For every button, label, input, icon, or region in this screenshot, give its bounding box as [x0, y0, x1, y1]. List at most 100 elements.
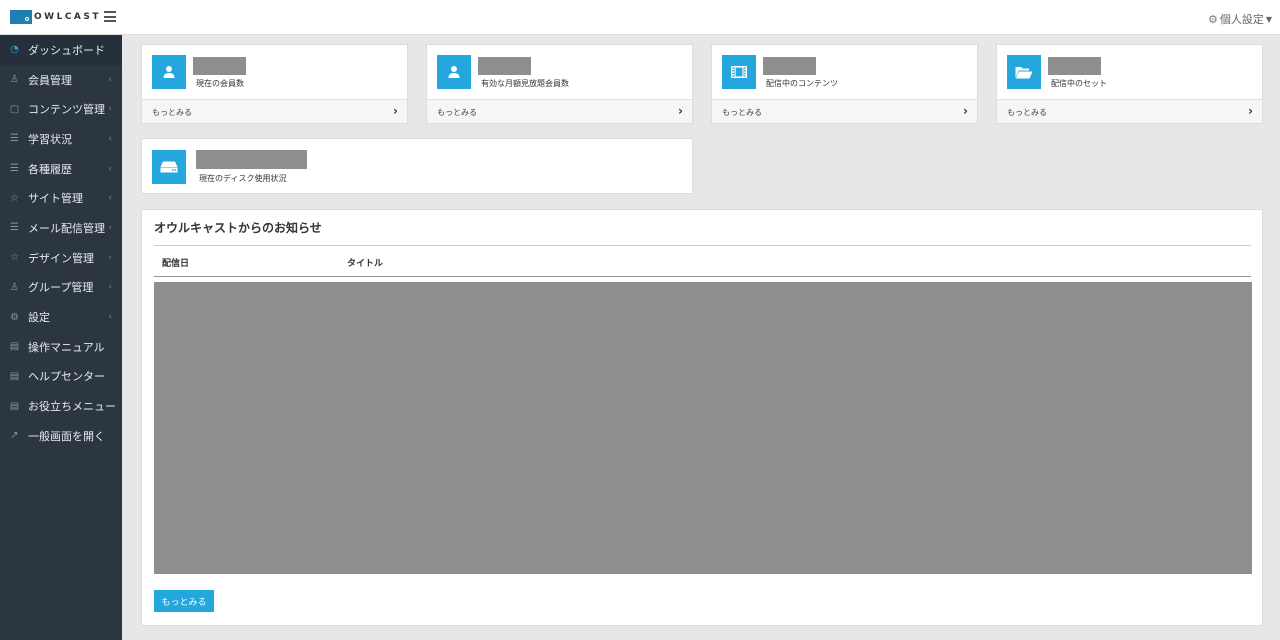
- sidebar-item-useful[interactable]: ▤ お役立ちメニュー: [0, 391, 122, 421]
- news-title: オウルキャストからのお知らせ: [154, 221, 322, 235]
- folder-open-icon: [1007, 55, 1041, 89]
- sidebar-item-label: 操作マニュアル: [28, 340, 105, 354]
- sidebar-item-history[interactable]: ☰ 各種履歴 ‹: [0, 154, 122, 184]
- chevron-left-icon: ‹: [108, 163, 112, 174]
- logo-mark: [10, 10, 32, 24]
- logo-text: OWLCAST: [34, 12, 102, 22]
- redacted-value: [478, 57, 531, 75]
- top-bar: OWLCAST ⚙ 個人設定 ▼: [0, 0, 1280, 35]
- sidebar-item-label: 会員管理: [28, 73, 72, 87]
- stat-label: 現在の会員数: [196, 79, 244, 88]
- news-panel: オウルキャストからのお知らせ 配信日 タイトル もっとみる: [141, 209, 1263, 626]
- user-icon: ♙: [10, 74, 19, 86]
- chevron-left-icon: ‹: [108, 222, 112, 233]
- menu-toggle-icon[interactable]: [104, 11, 116, 22]
- sidebar-item-contents[interactable]: ▢ コンテンツ管理 ‹: [0, 94, 122, 124]
- column-title: タイトル: [347, 259, 384, 269]
- sidebar-item-label: サイト管理: [28, 192, 83, 206]
- sidebar-item-label: ダッシュボード: [28, 43, 105, 57]
- film-icon: [722, 55, 756, 89]
- list-icon: ☰: [10, 163, 19, 175]
- more-link-label: もっとみる: [1007, 108, 1047, 117]
- gear-icon: ⚙: [10, 311, 19, 323]
- user-icon: [152, 55, 186, 89]
- more-link[interactable]: もっとみる ›: [142, 99, 407, 123]
- sidebar-item-help[interactable]: ▤ ヘルプセンター: [0, 362, 122, 392]
- sidebar-item-site[interactable]: ☆ サイト管理 ‹: [0, 183, 122, 213]
- more-link[interactable]: もっとみる ›: [997, 99, 1262, 123]
- sidebar-item-groups[interactable]: ♙ グループ管理 ‹: [0, 273, 122, 303]
- more-link-label: もっとみる: [437, 108, 477, 117]
- chevron-right-icon: ›: [963, 104, 968, 118]
- sidebar-item-label: 一般画面を開く: [28, 429, 105, 443]
- sidebar-item-learning[interactable]: ☰ 学習状況 ‹: [0, 124, 122, 154]
- sidebar-item-members[interactable]: ♙ 会員管理 ‹: [0, 65, 122, 95]
- sidebar: ◔ ダッシュボード ♙ 会員管理 ‹ ▢ コンテンツ管理 ‹ ☰ 学習状況 ‹ …: [0, 35, 122, 640]
- hard-drive-icon: [152, 150, 186, 184]
- list-icon: ☰: [10, 133, 19, 145]
- chevron-right-icon: ›: [1248, 104, 1253, 118]
- stat-card-contents: 配信中のコンテンツ もっとみる ›: [711, 44, 978, 124]
- more-link[interactable]: もっとみる ›: [427, 99, 692, 123]
- sidebar-item-label: お役立ちメニュー: [28, 400, 116, 414]
- redacted-value: [763, 57, 816, 75]
- star-icon: ☆: [10, 192, 19, 204]
- sidebar-item-label: メール配信管理: [28, 221, 105, 235]
- more-link-label: もっとみる: [722, 108, 762, 117]
- sidebar-item-label: ヘルプセンター: [28, 370, 105, 384]
- news-list-redacted: [154, 282, 1252, 574]
- more-link-label: もっとみる: [152, 108, 192, 117]
- book-icon: ▤: [9, 370, 20, 382]
- more-link[interactable]: もっとみる ›: [712, 99, 977, 123]
- personal-settings-label: 個人設定: [1219, 13, 1264, 26]
- book-icon: ▤: [9, 400, 20, 412]
- chevron-left-icon: ‹: [108, 312, 112, 323]
- sidebar-item-label: 設定: [28, 311, 50, 325]
- sidebar-item-label: グループ管理: [28, 281, 94, 295]
- column-date: 配信日: [162, 259, 190, 269]
- book-icon: ▤: [9, 341, 20, 353]
- stat-card-subscribers: 有効な月額見放題会員数 もっとみる ›: [426, 44, 693, 124]
- sidebar-item-dashboard[interactable]: ◔ ダッシュボード: [0, 35, 122, 65]
- sidebar-item-open-public[interactable]: ↗ 一般画面を開く: [0, 421, 122, 451]
- user-icon: ♙: [10, 281, 19, 293]
- redacted-value: [196, 150, 307, 169]
- main-content: 現在の会員数 もっとみる › 有効な月額見放題会員数 もっとみる › 配信中のコ…: [122, 35, 1280, 640]
- sidebar-item-mail[interactable]: ☰ メール配信管理 ‹: [0, 213, 122, 243]
- sidebar-item-label: コンテンツ管理: [28, 103, 105, 117]
- chevron-right-icon: ›: [678, 104, 683, 118]
- chevron-left-icon: ‹: [108, 104, 112, 115]
- stat-label: 有効な月額見放題会員数: [481, 79, 569, 88]
- sidebar-item-settings[interactable]: ⚙ 設定 ‹: [0, 302, 122, 332]
- sidebar-item-manual[interactable]: ▤ 操作マニュアル: [0, 332, 122, 362]
- news-more-button[interactable]: もっとみる: [154, 590, 214, 612]
- chevron-left-icon: ‹: [108, 133, 112, 144]
- chevron-left-icon: ‹: [108, 193, 112, 204]
- sidebar-item-design[interactable]: ☆ デザイン管理 ‹: [0, 243, 122, 273]
- stat-label: 配信中のセット: [1051, 79, 1107, 88]
- personal-settings-menu[interactable]: ⚙ 個人設定 ▼: [1208, 11, 1272, 27]
- caret-down-icon: ▼: [1265, 14, 1272, 24]
- file-icon: ▢: [9, 103, 20, 115]
- news-table-header: 配信日 タイトル: [154, 245, 1251, 277]
- chevron-left-icon: ‹: [108, 282, 112, 293]
- list-icon: ☰: [10, 222, 19, 234]
- chevron-left-icon: ‹: [108, 252, 112, 263]
- stat-label: 配信中のコンテンツ: [766, 79, 838, 88]
- sidebar-item-label: 学習状況: [28, 132, 72, 146]
- stat-card-sets: 配信中のセット もっとみる ›: [996, 44, 1263, 124]
- dashboard-icon: ◔: [10, 44, 19, 56]
- sidebar-item-label: 各種履歴: [28, 162, 72, 176]
- disk-usage-card: 現在のディスク使用状況: [141, 138, 693, 194]
- sidebar-item-label: デザイン管理: [28, 251, 94, 265]
- user-icon: [437, 55, 471, 89]
- owlcast-logo[interactable]: OWLCAST: [10, 10, 101, 24]
- gear-icon: ⚙: [1207, 12, 1218, 26]
- redacted-value: [193, 57, 246, 75]
- redacted-value: [1048, 57, 1101, 75]
- chevron-right-icon: ›: [393, 104, 398, 118]
- stat-card-members: 現在の会員数 もっとみる ›: [141, 44, 408, 124]
- star-icon: ☆: [10, 252, 19, 264]
- chevron-left-icon: ‹: [108, 74, 112, 85]
- external-link-icon: ↗: [10, 430, 19, 442]
